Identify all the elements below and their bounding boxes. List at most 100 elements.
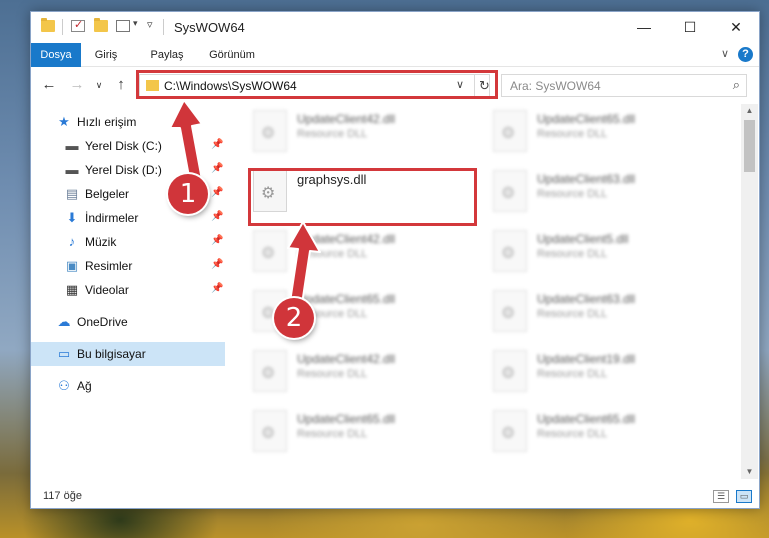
gear-icon: ⚙ [261, 185, 276, 202]
file-item[interactable]: ⚙ UpdateClient63.dll Resource DLL [493, 288, 693, 338]
customize-toolbar-icon[interactable]: ▿ [147, 18, 153, 31]
minimize-button[interactable]: — [621, 12, 667, 42]
tab-view[interactable]: Görünüm [201, 43, 263, 67]
sidebar-item-videos[interactable]: ▦ Videolar 📌 [31, 278, 227, 302]
sidebar-item-onedrive[interactable]: ☁ OneDrive [31, 310, 227, 334]
address-dropdown-icon[interactable]: ∨ [456, 78, 464, 91]
vertical-scrollbar[interactable]: ▲ ▼ [741, 104, 758, 479]
new-folder-icon[interactable] [94, 18, 108, 32]
file-name: UpdateClient63.dll [537, 292, 636, 306]
file-item[interactable]: ⚙ UpdateClient42.dll Resource DLL [253, 348, 453, 398]
search-box[interactable]: ⌕ [501, 74, 747, 97]
file-item[interactable]: ⚙ UpdateClient65.dll Resource DLL [493, 108, 693, 158]
pin-icon[interactable]: 📌 [211, 259, 223, 270]
file-list: ⚙ UpdateClient42.dll Resource DLL ⚙ grap… [243, 104, 740, 479]
file-name: UpdateClient65.dll [537, 412, 636, 426]
document-icon: ▤ [65, 186, 79, 201]
divider [62, 19, 63, 35]
sidebar-item-label: Bu bilgisayar [77, 347, 146, 361]
sidebar-item-label: Hızlı erişim [77, 115, 137, 129]
file-name: UpdateClient42.dll [297, 112, 396, 126]
file-type: Resource DLL [537, 128, 608, 140]
file-name: UpdateClient19.dll [537, 352, 636, 366]
back-button[interactable]: ← [39, 75, 59, 95]
file-item-graphsys[interactable]: ⚙ graphsys.dll [253, 168, 453, 218]
sidebar-item-label: Müzik [85, 235, 117, 249]
address-path[interactable]: C:\Windows\SysWOW64 [164, 79, 297, 93]
large-icons-view-icon[interactable]: ▭ [736, 490, 752, 503]
file-item[interactable]: ⚙ UpdateClient65.dll Resource DLL [253, 408, 453, 458]
search-input[interactable] [510, 78, 710, 94]
gear-icon: ⚙ [261, 245, 276, 262]
file-name: graphsys.dll [297, 172, 367, 187]
details-view-icon[interactable]: ☰ [713, 490, 729, 503]
sidebar-item-quick-access[interactable]: ★ Hızlı erişim [31, 110, 227, 134]
tab-home[interactable]: Giriş [81, 43, 131, 67]
sidebar-item-label: Yerel Disk (C:) [85, 139, 162, 153]
address-bar[interactable]: C:\Windows\SysWOW64 ∨ ↻ [139, 74, 490, 97]
file-name: UpdateClient65.dll [297, 292, 396, 306]
scroll-thumb[interactable] [744, 120, 755, 172]
step-1-callout: 1 [168, 174, 208, 214]
gear-icon: ⚙ [501, 365, 516, 382]
dll-file-icon: ⚙ [493, 290, 527, 332]
computer-icon: ▭ [57, 346, 71, 361]
sidebar-item-pictures[interactable]: ▣ Resimler 📌 [31, 254, 227, 278]
close-button[interactable]: ✕ [713, 12, 759, 42]
pin-icon[interactable]: 📌 [211, 283, 223, 294]
sidebar-item-this-pc[interactable]: ▭ Bu bilgisayar [31, 342, 225, 366]
recent-locations-button[interactable]: ∨ [89, 75, 109, 95]
help-icon[interactable]: ? [738, 47, 753, 62]
gear-icon: ⚙ [261, 125, 276, 142]
music-icon: ♪ [68, 234, 76, 249]
gear-icon: ⚙ [501, 185, 516, 202]
file-item[interactable]: ⚙ UpdateClient5.dll Resource DLL [493, 228, 693, 278]
sidebar-item-music[interactable]: ♪ Müzik 📌 [31, 230, 227, 254]
sidebar-item-label: Resimler [85, 259, 133, 273]
dll-file-icon: ⚙ [253, 170, 287, 212]
pin-icon[interactable]: 📌 [211, 139, 223, 150]
sidebar-item-label: OneDrive [77, 315, 128, 329]
dll-file-icon: ⚙ [253, 230, 287, 272]
forward-button[interactable]: → [67, 75, 87, 95]
scroll-down-icon[interactable]: ▼ [741, 465, 758, 479]
rename-icon[interactable] [116, 20, 130, 32]
file-type: Resource DLL [297, 368, 368, 380]
pin-icon[interactable]: 📌 [211, 163, 223, 174]
sidebar-item-label: İndirmeler [85, 211, 139, 225]
scroll-up-icon[interactable]: ▲ [741, 104, 758, 118]
star-icon: ★ [58, 114, 70, 129]
file-item[interactable]: ⚙ UpdateClient63.dll Resource DLL [493, 168, 693, 218]
search-icon[interactable]: ⌕ [733, 77, 740, 93]
status-bar: 117 öğe ☰ ▭ [31, 486, 759, 508]
folder-icon[interactable] [41, 18, 55, 32]
file-item[interactable]: ⚙ UpdateClient42.dll Resource DLL [253, 108, 453, 158]
sidebar-item-local-disk-c[interactable]: ▬ Yerel Disk (C:) 📌 [31, 134, 227, 158]
file-item[interactable]: ⚙ UpdateClient65.dll Resource DLL [493, 408, 693, 458]
chevron-down-icon[interactable]: ▾ [133, 18, 138, 29]
pin-icon[interactable]: 📌 [211, 187, 223, 198]
sidebar-item-label: Yerel Disk (D:) [85, 163, 162, 177]
pin-icon[interactable]: 📌 [211, 235, 223, 246]
dll-file-icon: ⚙ [253, 350, 287, 392]
cloud-icon: ☁ [57, 314, 71, 329]
file-name: UpdateClient42.dll [297, 232, 396, 246]
maximize-button[interactable]: ☐ [667, 12, 713, 42]
file-item[interactable]: ⚙ UpdateClient19.dll Resource DLL [493, 348, 693, 398]
drive-icon: ▬ [65, 162, 79, 177]
dll-file-icon: ⚙ [253, 410, 287, 452]
window-title: SysWOW64 [174, 20, 245, 35]
dll-file-icon: ⚙ [493, 350, 527, 392]
sidebar-item-network[interactable]: ⚇ Ağ [31, 374, 227, 398]
properties-icon[interactable] [71, 18, 85, 32]
refresh-icon[interactable]: ↻ [474, 75, 494, 96]
tab-file[interactable]: Dosya [31, 43, 81, 67]
file-name: UpdateClient5.dll [537, 232, 629, 246]
up-button[interactable]: ↑ [111, 75, 131, 95]
pin-icon[interactable]: 📌 [211, 211, 223, 222]
gear-icon: ⚙ [501, 125, 516, 142]
file-item[interactable]: ⚙ UpdateClient42.dll Resource DLL [253, 228, 453, 278]
file-type: Resource DLL [537, 368, 608, 380]
expand-ribbon-icon[interactable]: ∨ [721, 47, 729, 60]
tab-share[interactable]: Paylaş [139, 43, 195, 67]
